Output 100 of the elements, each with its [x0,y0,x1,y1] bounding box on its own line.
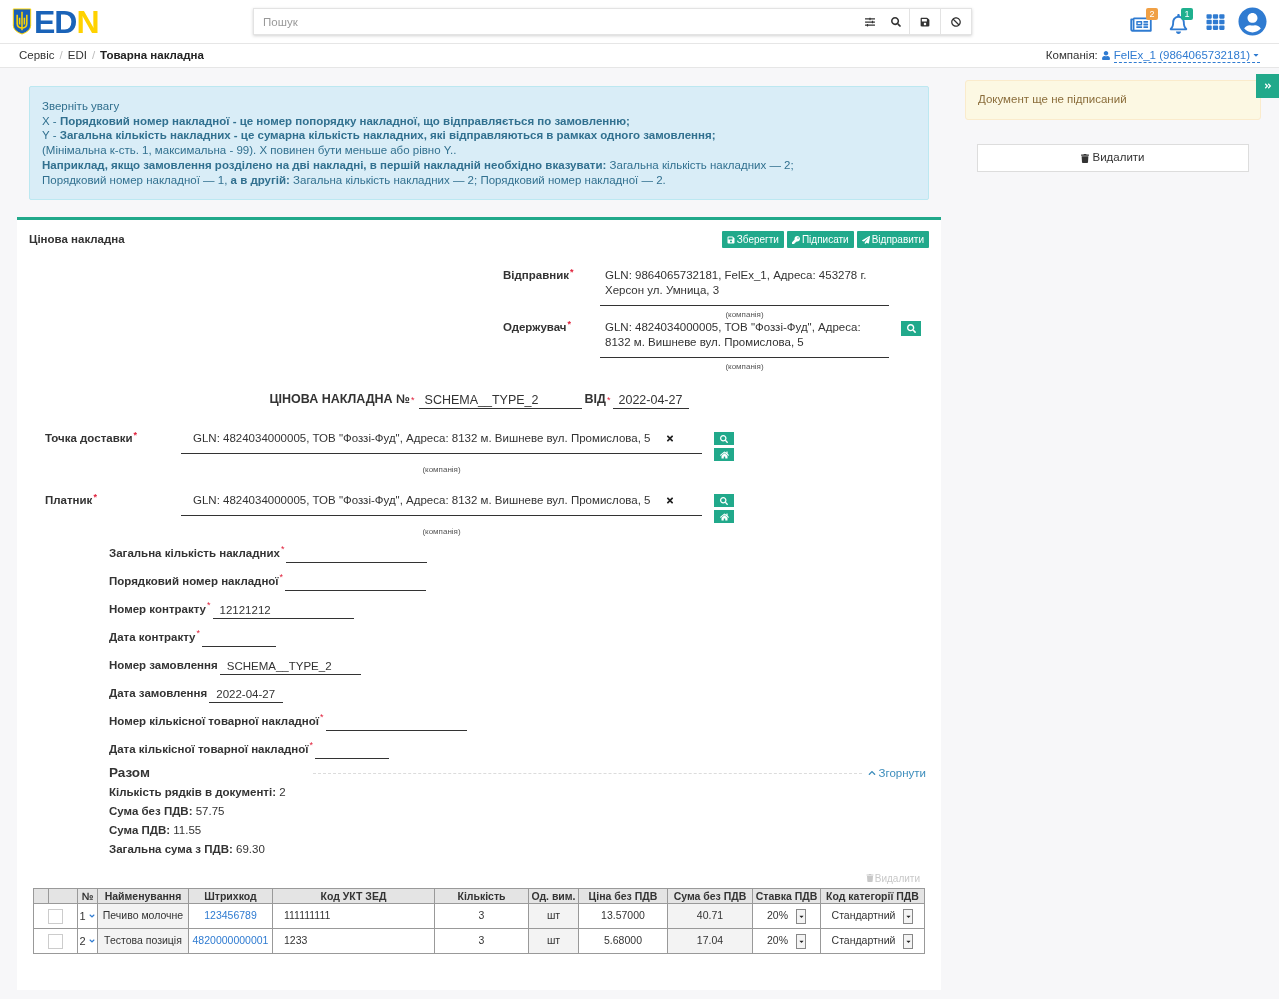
field-label: Дата замовлення [109,685,208,701]
user-avatar-icon [1237,7,1267,36]
column-header: Код категорії ПДВ [820,888,925,904]
table-cell: 1233 [272,928,435,954]
company-field[interactable]: GLN: 9864065732181, FelEx_1, Адреса: 453278 г. Херсон ул. Умница, 3 [600,268,889,307]
required-mark: * [93,492,97,503]
home-button[interactable] [714,448,734,462]
column-header: Ставка ПДВ [752,888,821,904]
newspaper-icon [1130,14,1152,34]
field-label: Дата кількісної товарної накладної [109,741,309,757]
breadcrumb-link[interactable]: EDI [67,46,87,65]
field-label: Номер контракту [109,601,206,617]
number-field[interactable]: SCHEMA__TYPE_2 [418,392,582,410]
status-alert: Документ ще не підписаний [965,80,1261,120]
count-badge: 2 [1146,7,1158,20]
bell-icon [1169,13,1188,34]
required-mark: * [411,396,415,406]
trash-icon [1081,153,1090,163]
field-label: Одержувач [503,321,567,334]
field-caption: (компанія) [724,362,765,373]
required-mark: * [570,267,574,278]
company-label: Компанія: [1045,47,1098,63]
total-line: Загальна сума з ПДВ: 69.30 [109,842,266,858]
required-mark: * [133,430,138,441]
search-icon [891,16,901,27]
chevron-up-icon [867,769,876,778]
sliders-icon [865,16,875,27]
table-cell: 40.71 [667,903,753,929]
collapse-link[interactable]: Згорнути [867,764,926,782]
required-mark: * [196,628,201,638]
breadcrumb-separator: / [58,47,64,63]
table-cell: 17.04 [667,928,753,954]
clear-button[interactable] [666,434,674,444]
row-checkbox[interactable] [48,933,63,949]
input-field[interactable]: SCHEMA__TYPE_2 [219,659,361,676]
required-mark: * [279,572,284,582]
key-icon [791,235,800,244]
field-label: Дата контракту [109,629,196,645]
user-icon [1101,51,1110,60]
paper-plane-icon [861,235,870,244]
date-field[interactable]: 2022-04-27 [209,687,284,704]
home-icon [719,512,729,521]
profile-button[interactable] [1237,6,1267,37]
home-button[interactable] [714,510,734,524]
search-icon [720,496,728,505]
count-badge: 1 [1181,7,1193,20]
company-link[interactable]: FelEx_1 (9864065732181) [1113,48,1260,63]
field-label: Платник [45,494,93,507]
company-field[interactable]: GLN: 4824034000005, ТОВ "Фоззі-Фуд", Адреса: 8132 м. Вишневе вул. Промислова, 5 [181,493,702,517]
logo-wordmark: EDN [34,6,99,37]
row-expand-button[interactable]: 1 [78,904,97,929]
close-icon [666,434,674,444]
field-caption: (компанія) [421,527,462,538]
required-mark: * [607,396,611,406]
notice-text: (Мінімальна к-сть. 1, максимальна - 99). X повинен бути меньше або рівно Y.. [42,143,458,158]
field-caption: (компанія) [724,310,765,321]
date-field[interactable]: 2022-04-27 [612,392,689,410]
search-field[interactable]: Пошук [253,8,972,35]
home-icon [719,450,729,459]
breadcrumb-separator: / [90,47,97,63]
table-cell: 5.68000 [578,928,668,954]
field-label: Номер замовлення [109,657,218,673]
delete-button[interactable]: Видалити [977,144,1249,172]
field-label: Порядковий номер накладної [109,573,279,589]
shield-emblem-icon [12,8,32,35]
column-header: Ціна без ПДВ [578,888,668,904]
field-label: Точка доставки [45,432,133,445]
total-line: Сума ПДВ: 11.55 [109,823,203,839]
trash-icon [865,874,874,883]
input-field[interactable]: 12121212 [212,603,354,620]
row-checkbox[interactable] [48,908,63,924]
field-caption: (компанія) [421,465,462,476]
search-input[interactable]: Пошук [254,9,857,34]
table-cell: 13.57000 [578,903,668,929]
caret-icon [1252,51,1260,59]
notice-text: Порядковий номер накладної — 1, а в другій: Загальна кількість накладних — 2; Порядковий номер накладної — 2. [42,172,667,188]
column-header: Сума без ПДВ [667,888,753,904]
form-title: Цінова накладна [29,232,125,248]
field-label: Загальна кількість накладних [109,545,280,561]
breadcrumb-link[interactable]: Сервіс [19,46,55,65]
company-field[interactable]: GLN: 4824034000005, ТОВ "Фоззі-Фуд", Адреса: 8132 м. Вишневе вул. Промислова, 5 [600,320,889,359]
search-icon [906,324,916,334]
company-field[interactable]: GLN: 4824034000005, ТОВ "Фоззі-Фуд", Адреса: 8132 м. Вишневе вул. Промислова, 5 [181,431,702,455]
table-cell: 3 [434,928,529,954]
field-label: Відправник [503,269,569,282]
total-line: Кількість рядків в документі: 2 [109,785,287,801]
column-header: Найменування [97,888,189,904]
clear-button[interactable] [666,496,674,506]
grid-icon [1205,12,1225,31]
breadcrumb-link[interactable]: Товарна накладна [100,46,204,65]
column-header: № [77,888,98,904]
document-title: ЦІНОВА НАКЛАДНА № [269,391,411,409]
table-cell: Печиво молочне [97,903,189,929]
required-mark: * [320,712,324,722]
ban-icon [951,16,961,27]
column-header: Кількість [434,888,529,904]
required-mark: * [567,319,571,330]
row-expand-button[interactable]: 2 [78,929,97,954]
notice-title: Зверніть увагу [42,99,121,114]
totals-title: Разом [109,764,151,783]
